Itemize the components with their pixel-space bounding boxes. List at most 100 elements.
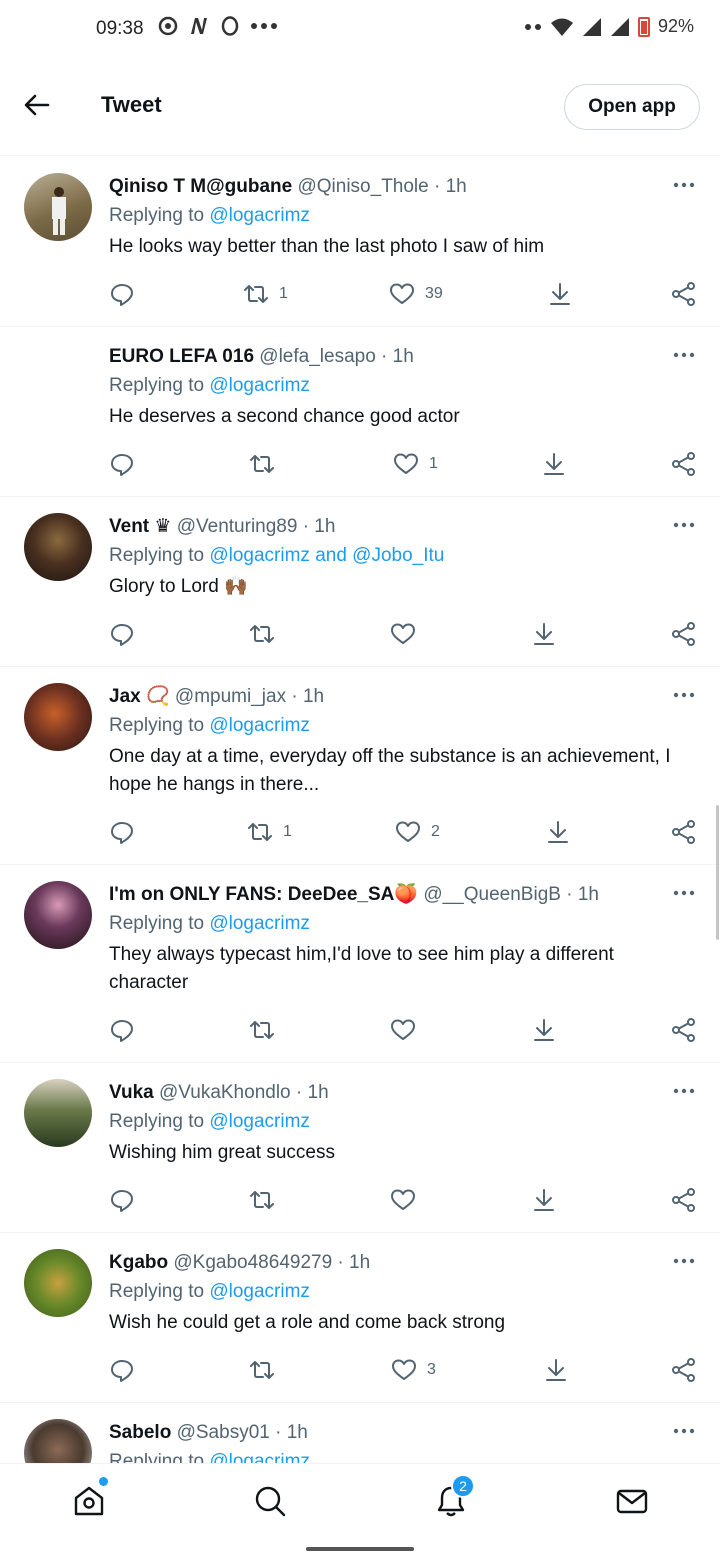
search-icon[interactable] — [253, 1484, 287, 1518]
more-dots-icon — [524, 23, 541, 30]
replying-to-link[interactable]: @logacrimz — [209, 1281, 310, 1302]
replying-to-link[interactable]: @logacrimz — [209, 1111, 310, 1132]
avatar[interactable] — [24, 1249, 92, 1317]
reply-icon — [111, 1360, 133, 1382]
download-button[interactable] — [543, 1357, 569, 1383]
reply-button[interactable] — [109, 1357, 135, 1383]
avatar[interactable] — [24, 1419, 92, 1463]
gesture-bar[interactable] — [306, 1547, 414, 1551]
tweet[interactable]: Qiniso T M@gubane @Qiniso_Thole · 1h Rep… — [0, 157, 720, 327]
like-button[interactable]: 1 — [393, 451, 438, 477]
more-notifications-icon — [251, 23, 277, 29]
author-name[interactable]: I'm on ONLY FANS: DeeDee_SA🍑 — [109, 884, 418, 905]
share-button[interactable] — [671, 1017, 697, 1043]
replying-to: Replying to @logacrimz — [109, 371, 696, 401]
more-options-icon[interactable] — [672, 349, 696, 361]
avatar[interactable] — [24, 343, 92, 411]
author-name[interactable]: Vent ♛ — [109, 516, 171, 537]
tweet-actions: 3 — [109, 1357, 696, 1387]
tweet-author-line: Kgabo @Kgabo48649279 · 1h — [109, 1249, 696, 1277]
download-button[interactable] — [545, 819, 571, 845]
tweet-body: Vent ♛ @Venturing89 · 1h Replying to @lo… — [109, 513, 696, 601]
replying-to-link[interactable]: @logacrimz — [209, 205, 310, 226]
share-button[interactable] — [671, 1357, 697, 1383]
author-name[interactable]: EURO LEFA 016 — [109, 346, 254, 367]
like-button[interactable]: 2 — [395, 819, 440, 845]
reply-button[interactable] — [109, 621, 135, 647]
share-button[interactable] — [671, 1187, 697, 1213]
like-button[interactable] — [390, 621, 426, 647]
more-options-icon[interactable] — [672, 689, 696, 701]
tweet[interactable]: Jax 📿 @mpumi_jax · 1h Replying to @logac… — [0, 667, 720, 865]
download-button[interactable] — [531, 621, 557, 647]
messages-icon[interactable] — [615, 1484, 649, 1518]
avatar[interactable] — [24, 173, 92, 241]
reply-button[interactable] — [109, 451, 135, 477]
avatar[interactable] — [24, 683, 92, 751]
replying-to-link[interactable]: @logacrimz and @Jobo_Itu — [209, 545, 444, 566]
retweet-button[interactable] — [249, 621, 285, 647]
reply-button[interactable] — [109, 281, 135, 307]
download-button[interactable] — [547, 281, 573, 307]
retweet-button[interactable] — [249, 1017, 285, 1043]
tweet[interactable]: Vent ♛ @Venturing89 · 1h Replying to @lo… — [0, 497, 720, 667]
download-icon — [548, 821, 568, 843]
more-options-icon[interactable] — [672, 179, 696, 191]
retweet-button[interactable] — [249, 1357, 285, 1383]
more-options-icon[interactable] — [672, 1425, 696, 1437]
author-name[interactable]: Qiniso T M@gubane — [109, 176, 292, 197]
download-button[interactable] — [531, 1187, 557, 1213]
share-button[interactable] — [671, 451, 697, 477]
tweet[interactable]: Kgabo @Kgabo48649279 · 1h Replying to @l… — [0, 1233, 720, 1403]
replying-to-link[interactable]: @logacrimz — [209, 375, 310, 396]
like-button[interactable]: 39 — [389, 281, 443, 307]
avatar[interactable] — [24, 881, 92, 949]
like-button[interactable] — [390, 1187, 426, 1213]
more-options-icon[interactable] — [672, 1085, 696, 1097]
replying-to-link[interactable]: @logacrimz — [209, 913, 310, 934]
share-button[interactable] — [671, 819, 697, 845]
tweet-body: I'm on ONLY FANS: DeeDee_SA🍑 @__QueenBig… — [109, 881, 696, 997]
like-button[interactable] — [390, 1017, 426, 1043]
share-button[interactable] — [671, 281, 697, 307]
replying-to-link[interactable]: @logacrimz — [209, 715, 310, 736]
download-icon — [534, 1189, 554, 1211]
tweet[interactable]: Vuka @VukaKhondlo · 1h Replying to @loga… — [0, 1063, 720, 1233]
tweet[interactable]: EURO LEFA 016 @lefa_lesapo · 1h Replying… — [0, 327, 720, 497]
more-options-icon[interactable] — [672, 887, 696, 899]
replying-to: Replying to @logacrimz — [109, 201, 696, 231]
open-app-button[interactable]: Open app — [564, 84, 700, 130]
author-name[interactable]: Vuka — [109, 1082, 154, 1103]
netflix-icon — [191, 18, 207, 34]
home-icon[interactable] — [72, 1484, 106, 1518]
author-name[interactable]: Sabelo — [109, 1422, 171, 1443]
tweet[interactable]: Sabelo @Sabsy01 · 1h Replying to @logacr… — [0, 1403, 720, 1463]
replying-prefix: Replying to — [109, 1451, 210, 1463]
more-options-icon[interactable] — [672, 519, 696, 531]
author-name[interactable]: Jax 📿 — [109, 686, 170, 707]
retweet-button[interactable] — [249, 1187, 285, 1213]
download-button[interactable] — [541, 451, 567, 477]
like-button[interactable]: 3 — [391, 1357, 436, 1383]
avatar[interactable] — [24, 1079, 92, 1147]
replies-feed[interactable]: Qiniso T M@gubane @Qiniso_Thole · 1h Rep… — [0, 157, 720, 1463]
retweet-button[interactable]: 1 — [247, 819, 292, 845]
back-arrow-icon[interactable] — [22, 90, 52, 120]
tweet-author-line: Sabelo @Sabsy01 · 1h — [109, 1419, 696, 1447]
avatar[interactable] — [24, 513, 92, 581]
reply-button[interactable] — [109, 1187, 135, 1213]
replying-to-link[interactable]: @logacrimz — [209, 1451, 310, 1463]
download-button[interactable] — [531, 1017, 557, 1043]
author-name[interactable]: Kgabo — [109, 1252, 168, 1273]
retweet-button[interactable] — [249, 451, 285, 477]
more-options-icon[interactable] — [672, 1255, 696, 1267]
like-count: 2 — [431, 823, 440, 840]
reply-button[interactable] — [109, 1017, 135, 1043]
share-button[interactable] — [671, 621, 697, 647]
tweet-text: Glory to Lord 🙌🏾 — [109, 576, 248, 597]
scrollbar-thumb[interactable] — [716, 805, 719, 940]
share-icon — [672, 1018, 695, 1042]
reply-button[interactable] — [109, 819, 135, 845]
retweet-button[interactable]: 1 — [243, 281, 288, 307]
tweet[interactable]: I'm on ONLY FANS: DeeDee_SA🍑 @__QueenBig… — [0, 865, 720, 1063]
